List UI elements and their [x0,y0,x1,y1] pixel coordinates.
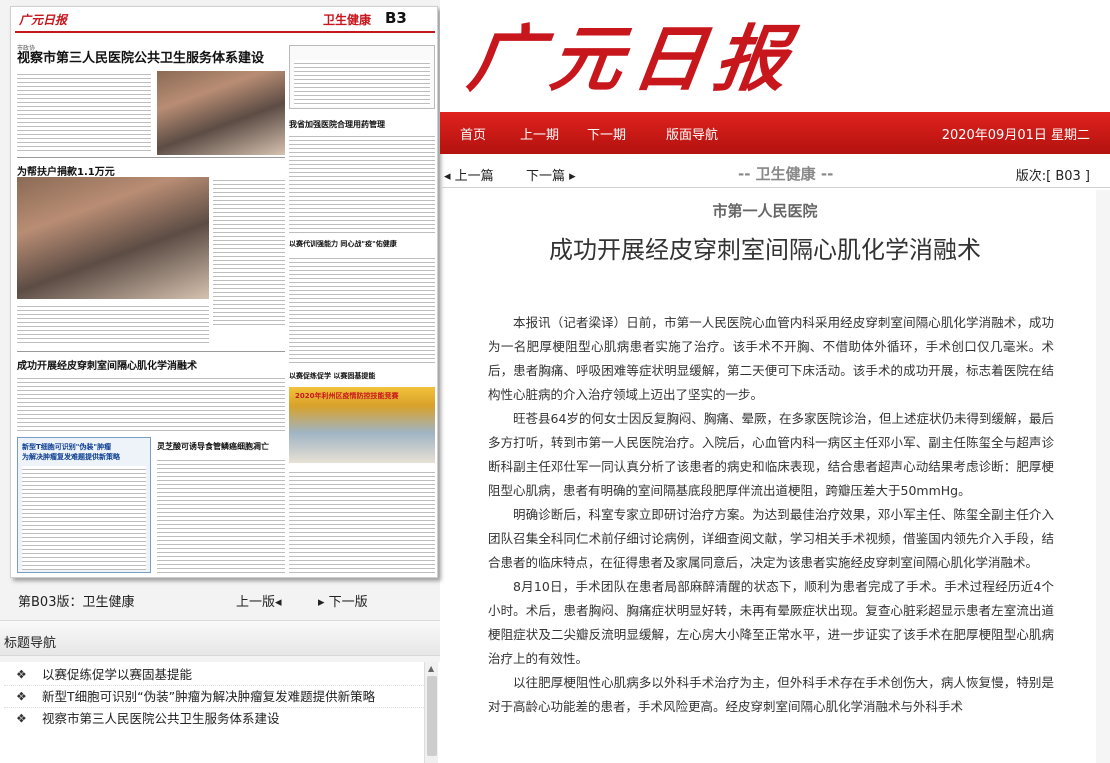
thumbnail-divider [17,157,285,158]
article-paragraph: 8月10日，手术团队在患者局部麻醉清醒的状态下，顺利为患者完成了手术。手术过程经… [488,579,1054,666]
next-page-link[interactable]: ▸ 下一版 [318,591,368,610]
prev-article-link[interactable]: ◂ 上一篇 [444,165,494,184]
toc-item[interactable]: ❖ 视察市第三人民医院公共卫生服务体系建设 [4,707,424,729]
masthead: 广元日报 [440,0,1110,112]
thumbnail-info-lines [294,60,430,106]
article-body: 本报讯（记者梁译）日前，市第一人民医院心血管内科采用经皮穿刺室间隔心肌化学消融术… [488,311,1054,719]
thumbnail-text-block [17,375,285,431]
thumbnail-subhead-3[interactable]: 新型T细胞可识别"伪装"肿瘤 [22,442,111,452]
next-article-link[interactable]: 下一篇 ▸ [526,165,576,184]
thumbnail-subhead-4[interactable]: 灵芝酸可诱导食管鳞癌细胞凋亡 [157,441,269,452]
thumbnail-text-block [22,466,146,570]
thumbnail-banner: 2020年利州区疫情防控技能竞赛 [295,392,399,400]
toc-scroll-thumb[interactable] [427,676,437,756]
top-navigation-bar: 首页 上一期 下一期 版面导航 2020年09月01日 星期二 [440,112,1110,154]
toc-list: ❖ 以赛促练促学以赛固基提能 ❖ 新型T细胞可识别“伪装”肿瘤为解决肿瘤复发难题… [4,664,424,729]
newspaper-logo: 广元日报 [463,16,804,101]
section-name: -- 卫生健康 -- [738,165,834,183]
thumbnail-text-block [17,303,209,343]
article-subtitle: 市第一人民医院 [712,202,818,220]
thumbnail-divider [17,351,285,352]
article-paragraph: 旺苍县64岁的何女士因反复胸闷、胸痛、晕厥，在多家医院诊治，但上述症状仍未得到缓… [488,411,1054,498]
issue-date: 2020年09月01日 星期二 [941,128,1090,143]
toc-item[interactable]: ❖ 新型T细胞可识别“伪装”肿瘤为解决肿瘤复发难题提供新策略 [4,685,424,707]
thumbnail-text-block [17,71,151,151]
nav-prev-issue-link[interactable]: 上一期 [520,124,559,143]
toc-item-label[interactable]: 以赛促练促学以赛固基提能 [42,667,192,682]
article-paragraph: 明确诊断后，科室专家立即研讨治疗方案。为达到最佳治疗效果，邓小军主任、陈玺全副主… [488,507,1054,570]
diamond-bullet-icon: ❖ [16,689,27,703]
thumbnail-text-block [289,469,435,573]
thumbnail-feature-box: 新型T细胞可识别"伪装"肿瘤 为解决肿瘤复发难题提供新策略 [17,437,151,573]
article-paragraph: 本报讯（记者梁译）日前，市第一人民医院心血管内科采用经皮穿刺室间隔心肌化学消融术… [488,315,1054,402]
page-scrollbar[interactable] [1096,190,1110,763]
title-navigation: 标题导航 ❖ 以赛促练促学以赛固基提能 ❖ 新型T细胞可识别“伪装”肿瘤为解决肿… [0,620,440,763]
toc-item-label[interactable]: 新型T细胞可识别“伪装”肿瘤为解决肿瘤复发难题提供新策略 [42,689,375,704]
toc-item-label[interactable]: 视察市第三人民医院公共卫生服务体系建设 [42,711,280,726]
prev-page-link[interactable]: 上一版◂ [236,591,282,610]
thumbnail-text-block [289,133,435,233]
thumbnail-subhead-3b[interactable]: 为解决肿瘤复发难题提供新策略 [22,452,120,462]
article-paragraph: 以往肥厚梗阻性心肌病多以外科手术治疗为主，但外科手术存在手术创伤大，病人恢复慢，… [488,675,1054,714]
nav-home-link[interactable]: 首页 [460,124,486,143]
page-thumbnail[interactable]: 广元日报 卫生健康 B3 市政协 视察市第三人民医院公共卫生服务体系建设 我省加… [10,6,438,578]
left-column: 广元日报 卫生健康 B3 市政协 视察市第三人民医院公共卫生服务体系建设 我省加… [0,0,440,763]
thumbnail-subhead-6[interactable]: 以赛代训强能力 同心战"疫"佑健康 [289,239,397,249]
thumbnail-subhead-5[interactable]: 我省加强医院合理用药管理 [289,119,385,130]
toc-title: 标题导航 [0,620,440,656]
article-content: 市第一人民医院 成功开展经皮穿刺室间隔心肌化学消融术 本报讯（记者梁译）日前，市… [440,190,1090,763]
thumbnail-subhead-1[interactable]: 为帮扶户捐款1.1万元 [17,163,115,178]
page-label: 第B03版：卫生健康 [18,595,135,610]
diamond-bullet-icon: ❖ [16,711,27,725]
thumbnail-section: 卫生健康 [323,13,372,27]
thumbnail-photo [157,71,285,155]
page-navigation: 第B03版：卫生健康 上一版◂ ▸ 下一版 [10,588,438,610]
thumbnail-text-block [157,457,285,573]
thumbnail-text-block [213,177,285,327]
thumbnail-photo [17,177,209,299]
thumbnail-page-number: B3 [385,9,407,27]
article-navigation: ◂ 上一篇 下一篇 ▸ -- 卫生健康 -- 版次:[ B03 ] [440,160,1110,188]
scroll-up-arrow-icon[interactable]: ▲ [428,664,434,673]
toc-panel: ❖ 以赛促练促学以赛固基提能 ❖ 新型T细胞可识别“伪装”肿瘤为解决肿瘤复发难题… [0,662,440,763]
thumbnail-info-box [289,45,435,109]
thumbnail-masthead: 广元日报 [19,13,68,27]
thumbnail-top-rule [15,31,435,33]
nav-layout-link[interactable]: 版面导航 [666,124,718,143]
article-headline: 成功开展经皮穿刺室间隔心肌化学消融术 [549,236,981,264]
nav-next-issue-link[interactable]: 下一期 [587,124,626,143]
thumbnail-subhead-7[interactable]: 以赛促练促学 以赛固基提能 [289,371,375,381]
toc-item[interactable]: ❖ 以赛促练促学以赛固基提能 [4,664,424,685]
thumbnail-text-block [289,255,435,365]
thumbnail-headline[interactable]: 视察市第三人民医院公共卫生服务体系建设 [17,51,289,67]
diamond-bullet-icon: ❖ [16,667,27,681]
thumbnail-subhead-2[interactable]: 成功开展经皮穿刺室间隔心肌化学消融术 [17,357,197,372]
toc-scrollbar[interactable]: ▲ [424,662,438,763]
edition-label: 版次:[ B03 ] [1015,169,1090,184]
